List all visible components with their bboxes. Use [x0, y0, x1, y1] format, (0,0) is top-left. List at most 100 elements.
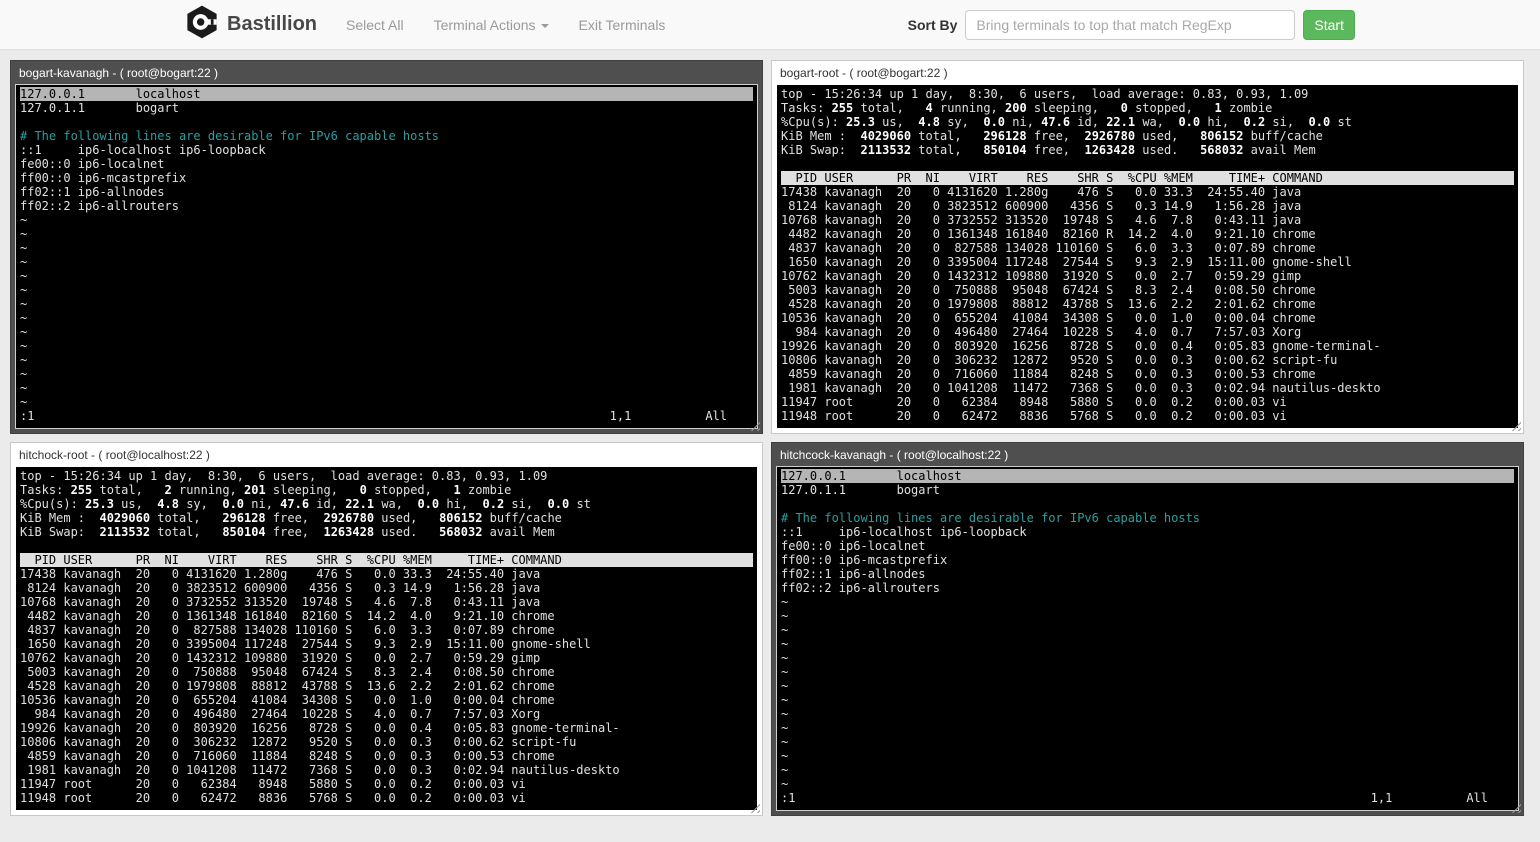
terminal-cursor: 1 [20, 87, 28, 101]
terminal-line: ff02::1 ip6-allnodes [20, 185, 165, 199]
terminal-line: 17438 kavanagh 20 0 4131620 1.280g 476 S… [781, 185, 1302, 199]
terminal-line: ~ [20, 395, 28, 409]
bastillion-logo-icon [185, 5, 219, 44]
terminal-screen[interactable]: 127.0.0.1 localhost 127.0.1.1 bogart # The… [15, 84, 758, 429]
terminal-line: fe00::0 ip6-localnet [20, 157, 165, 171]
terminal-screen[interactable]: 127.0.0.1 localhost 127.0.1.1 bogart # The… [776, 466, 1519, 811]
terminal-line: 8124 kavanagh 20 0 3823512 600900 4356 S… [781, 199, 1302, 213]
vim-ruler: 1,1 [1370, 791, 1393, 805]
terminal-line: 4859 kavanagh 20 0 716060 11884 8248 S 0… [20, 749, 555, 763]
terminal-line: ~ [20, 353, 28, 367]
terminal-titlebar[interactable]: bogart-root - ( root@bogart:22 ) [772, 61, 1523, 85]
terminal-line: 127.0.0.1 localhost [20, 87, 753, 101]
brand[interactable]: Bastillion [185, 5, 317, 44]
terminal-line: ~ [781, 623, 789, 637]
navbar-container: Bastillion Select All Terminal Actions E… [185, 0, 1355, 49]
terminal-line: 11948 root 20 0 62472 8836 5768 S 0.0 0.… [20, 791, 526, 805]
sort-controls: Sort By Start [907, 9, 1355, 40]
terminal-screen[interactable]: top - 15:26:34 up 1 day, 8:30, 6 users, … [16, 467, 757, 810]
nav-item-terminal-actions[interactable]: Terminal Actions [419, 17, 564, 33]
terminal-line: 17438 kavanagh 20 0 4131620 1.280g 476 S… [20, 567, 541, 581]
terminal-line: %Cpu(s): 25.3 us, 4.8 sy, 0.0 ni, 47.6 i… [781, 115, 1352, 129]
terminal-titlebar[interactable]: hitchock-root - ( root@localhost:22 ) [11, 443, 762, 467]
vim-ruler-group: 1,1 All [1371, 791, 1488, 805]
terminal-line: 127.0.1.1 bogart [781, 483, 940, 497]
terminal-line: ~ [781, 595, 789, 609]
terminal-line: 4859 kavanagh 20 0 716060 11884 8248 S 0… [781, 367, 1316, 381]
terminal-line: ::1 ip6-localhost ip6-loopback [20, 143, 266, 157]
brand-name: Bastillion [227, 13, 318, 35]
terminal-line: 10536 kavanagh 20 0 655204 41084 34308 S… [20, 693, 555, 707]
terminal-line: 984 kavanagh 20 0 496480 27464 10228 S 4… [781, 325, 1302, 339]
terminal-line: ~ [20, 325, 28, 339]
terminal-line: 4528 kavanagh 20 0 1979808 88812 43788 S… [781, 297, 1316, 311]
terminal-line: Tasks: 255 total, 4 running, 200 sleepin… [781, 101, 1273, 115]
terminal-line: 127.0.1.1 bogart [20, 101, 179, 115]
terminal-line: 10762 kavanagh 20 0 1432312 109880 31920… [781, 269, 1302, 283]
terminal-line: 10806 kavanagh 20 0 306232 12872 9520 S … [20, 735, 577, 749]
vim-ruler: 1,1 [609, 409, 632, 423]
terminal-line: ~ [781, 777, 789, 791]
terminal-line: # The following lines are desirable for … [781, 511, 1201, 525]
terminal-window-bogart-root: bogart-root - ( root@bogart:22 ) top - 1… [771, 60, 1524, 434]
terminal-line: 5003 kavanagh 20 0 750888 95048 67424 S … [781, 283, 1316, 297]
terminal-line: ff00::0 ip6-mcastprefix [20, 171, 187, 185]
terminal-line: ~ [20, 269, 28, 283]
nav-item-exit-terminals[interactable]: Exit Terminals [564, 17, 681, 33]
terminal-line: ~ [781, 651, 789, 665]
terminal-line: PID USER PR NI VIRT RES SHR S %CPU %MEM … [20, 553, 753, 567]
terminal-line: ff00::0 ip6-mcastprefix [781, 553, 948, 567]
terminal-line: 1650 kavanagh 20 0 3395004 117248 27544 … [20, 637, 591, 651]
terminal-line: 5003 kavanagh 20 0 750888 95048 67424 S … [20, 665, 555, 679]
terminal-line: Tasks: 255 total, 2 running, 201 sleepin… [20, 483, 512, 497]
sort-by-label: Sort By [907, 16, 958, 33]
terminal-line: ~ [20, 381, 28, 395]
terminal-line: # The following lines are desirable for … [20, 129, 440, 143]
terminal-line: ff02::2 ip6-allrouters [20, 199, 179, 213]
terminal-line: KiB Mem : 4029060 total, 296128 free, 29… [20, 511, 562, 525]
terminal-line: ~ [781, 637, 789, 651]
vim-command: :1 [20, 409, 35, 423]
terminal-line: ~ [20, 227, 28, 241]
terminal-line: ~ [781, 735, 789, 749]
terminal-line: 1650 kavanagh 20 0 3395004 117248 27544 … [781, 255, 1352, 269]
terminal-line: ~ [781, 721, 789, 735]
terminal-line: ~ [781, 665, 789, 679]
terminal-line: 10768 kavanagh 20 0 3732552 313520 19748… [20, 595, 541, 609]
regexp-sort-input[interactable] [965, 9, 1296, 40]
terminal-line: KiB Swap: 2113532 total, 850104 free, 12… [781, 143, 1316, 157]
terminal-line: ~ [20, 255, 28, 269]
terminal-line: ff02::2 ip6-allrouters [781, 581, 940, 595]
terminal-line: ~ [781, 609, 789, 623]
terminal-window-hitchock-root: hitchock-root - ( root@localhost:22 ) to… [10, 442, 763, 816]
terminal-titlebar[interactable]: hitchcock-kavanagh - ( root@localhost:22… [772, 443, 1523, 467]
terminal-line: 19926 kavanagh 20 0 803920 16256 8728 S … [20, 721, 620, 735]
terminal-line: ~ [20, 339, 28, 353]
terminal-line: ~ [20, 367, 28, 381]
terminal-screen[interactable]: top - 15:26:34 up 1 day, 8:30, 6 users, … [777, 85, 1518, 428]
terminal-line: 10762 kavanagh 20 0 1432312 109880 31920… [20, 651, 541, 665]
terminal-line: 4837 kavanagh 20 0 827588 134028 110160 … [781, 241, 1316, 255]
terminal-line: 11948 root 20 0 62472 8836 5768 S 0.0 0.… [781, 409, 1287, 423]
terminal-line: ~ [20, 311, 28, 325]
terminal-line: ~ [20, 283, 28, 297]
terminal-line: ::1 ip6-localhost ip6-loopback [781, 525, 1027, 539]
caret-down-icon [540, 23, 549, 28]
terminal-titlebar[interactable]: bogart-kavanagh - ( root@bogart:22 ) [11, 61, 762, 85]
terminal-line: ~ [20, 241, 28, 255]
terminal-line: 4482 kavanagh 20 0 1361348 161840 82160 … [781, 227, 1316, 241]
vim-command: :1 [781, 791, 796, 805]
terminal-line: ~ [20, 297, 28, 311]
terminal-line: 4837 kavanagh 20 0 827588 134028 110160 … [20, 623, 555, 637]
terminal-line: ~ [781, 749, 789, 763]
nav-item-select-all[interactable]: Select All [331, 17, 419, 33]
vim-status-line: :1 1,1 All [781, 791, 1514, 805]
terminal-line: 1981 kavanagh 20 0 1041208 11472 7368 S … [781, 381, 1381, 395]
vim-status-line: :1 1,1 All [20, 409, 753, 423]
terminal-line: 8124 kavanagh 20 0 3823512 600900 4356 S… [20, 581, 541, 595]
start-button[interactable]: Start [1303, 9, 1355, 40]
terminal-line: ff02::1 ip6-allnodes [781, 567, 926, 581]
